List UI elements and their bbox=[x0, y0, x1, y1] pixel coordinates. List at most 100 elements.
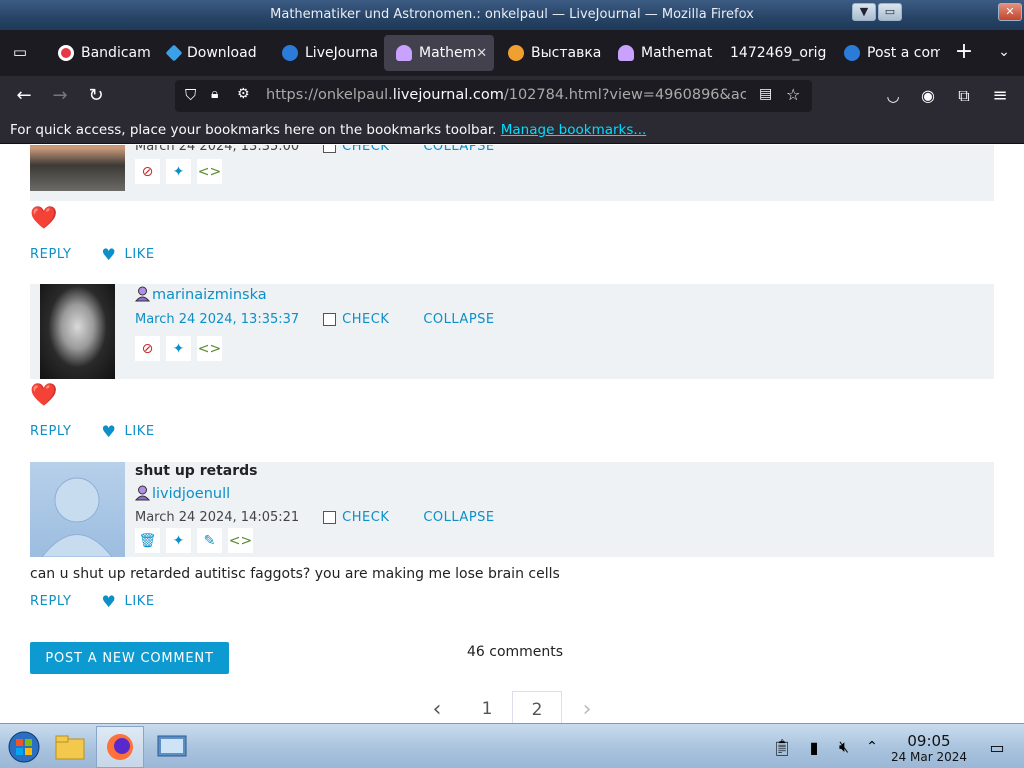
tab-overview-icon[interactable]: ▭ bbox=[6, 38, 34, 66]
collapse-link[interactable]: COLLAPSE bbox=[423, 510, 494, 525]
firefox-taskbar-icon[interactable] bbox=[96, 726, 144, 768]
comment-1: March 24 2024, 13:35:00 CHECK COLLAPSE ⊘… bbox=[30, 145, 994, 201]
close-window-button[interactable]: ✕ bbox=[998, 3, 1022, 21]
avatar[interactable] bbox=[30, 145, 125, 191]
minimize-button[interactable]: ▼ bbox=[852, 3, 876, 21]
pocket-icon[interactable]: ◡ bbox=[879, 82, 907, 110]
tab-label: Выставка bbox=[531, 45, 602, 61]
check-checkbox[interactable]: CHECK bbox=[323, 510, 389, 525]
extensions-puzzle-icon[interactable]: ⧉ bbox=[950, 82, 978, 110]
close-tab-icon[interactable]: ✕ bbox=[476, 46, 487, 61]
page-link-current[interactable]: 2 bbox=[512, 691, 562, 723]
show-desktop-icon[interactable]: ▭ bbox=[975, 726, 1019, 768]
pin-icon[interactable]: ✦ bbox=[166, 336, 191, 361]
code-icon[interactable]: <> bbox=[197, 336, 222, 361]
lock-icon[interactable]: 🔒︎ bbox=[211, 86, 218, 102]
like-button[interactable]: ♥ LIKE bbox=[102, 245, 155, 264]
tab-label: Download bbox=[187, 45, 257, 61]
tab-vystavka[interactable]: Выставка bbox=[496, 35, 604, 71]
post-new-comment-button[interactable]: POST A NEW COMMENT bbox=[30, 642, 229, 674]
ban-icon[interactable]: ⊘ bbox=[135, 336, 160, 361]
taskbar: 📋︎ ▮ 🔇︎ ⌃ 09:05 24 Mar 2024 ▭ bbox=[0, 723, 1024, 768]
control-panel-icon[interactable] bbox=[148, 726, 196, 768]
account-icon[interactable]: ◉ bbox=[914, 82, 942, 110]
comment-body-heart: ❤️ bbox=[30, 206, 58, 231]
avatar[interactable] bbox=[40, 284, 115, 379]
next-page-chevron-icon[interactable]: › bbox=[562, 691, 612, 723]
reply-link[interactable]: REPLY bbox=[30, 247, 72, 262]
comment-2: marinaizminska March 24 2024, 13:35:37 C… bbox=[30, 284, 994, 379]
check-checkbox[interactable]: CHECK bbox=[323, 312, 389, 327]
download-diamond-icon bbox=[165, 44, 183, 62]
file-manager-folder-icon[interactable] bbox=[46, 726, 94, 768]
comment-3: shut up retards lividjoenull March 24 20… bbox=[30, 462, 994, 558]
tracking-shield-icon[interactable]: ⛉ bbox=[185, 86, 196, 104]
page-link-1[interactable]: 1 bbox=[462, 691, 512, 723]
check-checkbox[interactable]: CHECK bbox=[323, 145, 389, 154]
tab-label: Mathem bbox=[419, 45, 477, 61]
code-icon[interactable]: <> bbox=[228, 528, 253, 553]
avatar-default[interactable] bbox=[30, 462, 125, 558]
pin-icon[interactable]: ✦ bbox=[166, 159, 191, 184]
back-arrow-icon[interactable]: ← bbox=[10, 82, 38, 110]
comment-date[interactable]: March 24 2024, 13:35:37 bbox=[135, 312, 299, 327]
code-icon[interactable]: <> bbox=[197, 159, 222, 184]
tab-label: Mathemat bbox=[641, 45, 713, 61]
bookmark-star-icon[interactable]: ☆ bbox=[786, 85, 800, 104]
reader-view-icon[interactable]: ▤ bbox=[759, 86, 772, 102]
heart-icon: ♥ bbox=[101, 422, 117, 441]
tab-label: 1472469_orig bbox=[730, 45, 827, 61]
forward-arrow-icon[interactable]: → bbox=[46, 82, 74, 110]
heart-icon: ♥ bbox=[101, 592, 117, 611]
manage-bookmarks-link[interactable]: Manage bookmarks... bbox=[501, 122, 647, 138]
bee-icon bbox=[508, 45, 524, 61]
permissions-icon[interactable]: ⚙ bbox=[237, 86, 250, 102]
pin-icon[interactable]: ✦ bbox=[166, 528, 191, 553]
trash-icon[interactable]: 🗑︎ bbox=[135, 528, 160, 553]
user-icon bbox=[134, 485, 151, 501]
maximize-button[interactable]: ▭ bbox=[878, 3, 902, 21]
tab-bandicam[interactable]: Bandicam bbox=[46, 35, 154, 71]
tab-post-comment[interactable]: Post a com bbox=[832, 35, 940, 71]
tab-download[interactable]: Download bbox=[156, 35, 264, 71]
collapse-link[interactable]: COLLAPSE bbox=[423, 312, 494, 327]
tab-mathematiker-active[interactable]: Mathem ✕ bbox=[384, 35, 494, 71]
livejournal-icon bbox=[282, 45, 298, 61]
new-tab-button[interactable]: + bbox=[950, 38, 978, 66]
tab-mathematiker-2[interactable]: Mathemat bbox=[606, 35, 716, 71]
comment-date[interactable]: March 24 2024, 14:05:21 bbox=[135, 510, 299, 525]
reply-link[interactable]: REPLY bbox=[30, 594, 72, 609]
list-tabs-chevron-icon[interactable]: ⌄ bbox=[990, 38, 1018, 66]
username-link[interactable]: lividjoenull bbox=[134, 485, 230, 502]
comment-body-heart: ❤️ bbox=[30, 383, 58, 408]
comment-subject: shut up retards bbox=[135, 463, 258, 479]
prev-page-chevron-icon[interactable]: ‹ bbox=[412, 691, 462, 723]
tab-image[interactable]: 1472469_orig bbox=[718, 35, 830, 71]
navigation-bar: ← → ↻ ⛉ 🔒︎ ⚙ https://onkelpaul.livejourn… bbox=[0, 76, 1024, 116]
comment-body-text: can u shut up retarded autitisc faggots?… bbox=[30, 566, 560, 582]
reply-link[interactable]: REPLY bbox=[30, 424, 72, 439]
comment-date[interactable]: March 24 2024, 13:35:00 bbox=[135, 145, 299, 154]
hamburger-menu-icon[interactable]: ≡ bbox=[986, 82, 1014, 110]
tab-strip: ▭ Bandicam Download LiveJourna Mathem ✕ … bbox=[0, 30, 1024, 76]
tab-label: Bandicam bbox=[81, 45, 151, 61]
url-text[interactable]: https://onkelpaul.livejournal.com/102784… bbox=[266, 87, 746, 103]
clock-time: 09:05 bbox=[907, 732, 951, 750]
username-link[interactable]: marinaizminska bbox=[134, 286, 267, 303]
edit-pencil-icon[interactable]: ✎ bbox=[197, 528, 222, 553]
taskbar-clock[interactable]: 09:05 24 Mar 2024 bbox=[886, 732, 972, 764]
ban-icon[interactable]: ⊘ bbox=[135, 159, 160, 184]
page-content: March 24 2024, 13:35:00 CHECK COLLAPSE ⊘… bbox=[0, 145, 1024, 723]
start-menu-orb-icon[interactable] bbox=[0, 726, 48, 768]
clock-date: 24 Mar 2024 bbox=[890, 750, 968, 764]
url-bar[interactable]: ⛉ 🔒︎ ⚙ https://onkelpaul.livejournal.com… bbox=[175, 80, 812, 112]
collapse-link[interactable]: COLLAPSE bbox=[423, 145, 494, 154]
reload-icon[interactable]: ↻ bbox=[82, 82, 110, 110]
comment-count: 46 comments bbox=[467, 644, 564, 660]
like-button[interactable]: ♥ LIKE bbox=[102, 422, 155, 441]
user-icon bbox=[618, 45, 634, 61]
user-icon bbox=[396, 45, 412, 61]
heart-icon: ♥ bbox=[101, 245, 117, 264]
tab-livejournal[interactable]: LiveJourna bbox=[270, 35, 378, 71]
like-button[interactable]: ♥ LIKE bbox=[102, 592, 155, 611]
